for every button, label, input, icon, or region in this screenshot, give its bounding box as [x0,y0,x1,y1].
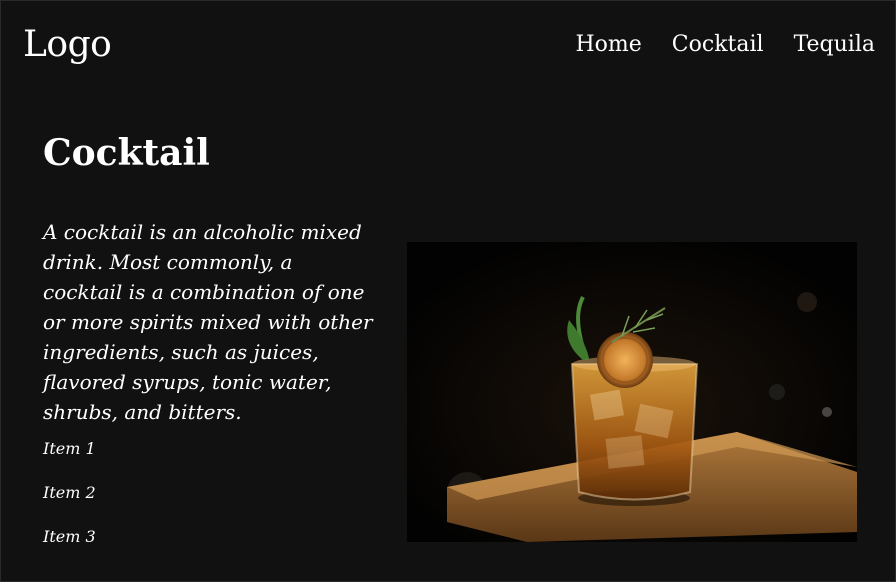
list-item: Item 1 [43,439,96,458]
cocktail-photo-illustration [407,242,857,542]
item-list: Item 1 Item 2 Item 3 [43,437,96,569]
description-text: A cocktail is an alcoholic mixed drink. … [43,220,373,424]
list-item: Item 2 [43,483,96,502]
nav-link-home[interactable]: Home [575,31,641,59]
cocktail-photo [407,242,857,542]
page-title: Cocktail [43,132,210,174]
nav-link-tequila[interactable]: Tequila [794,31,875,59]
list-item: Item 3 [43,527,96,546]
logo[interactable]: Logo [23,23,112,67]
page: Logo Home Cocktail Tequila Cocktail A co… [0,0,896,582]
main-nav: Home Cocktail Tequila [575,31,875,59]
nav-link-cocktail[interactable]: Cocktail [672,31,764,59]
